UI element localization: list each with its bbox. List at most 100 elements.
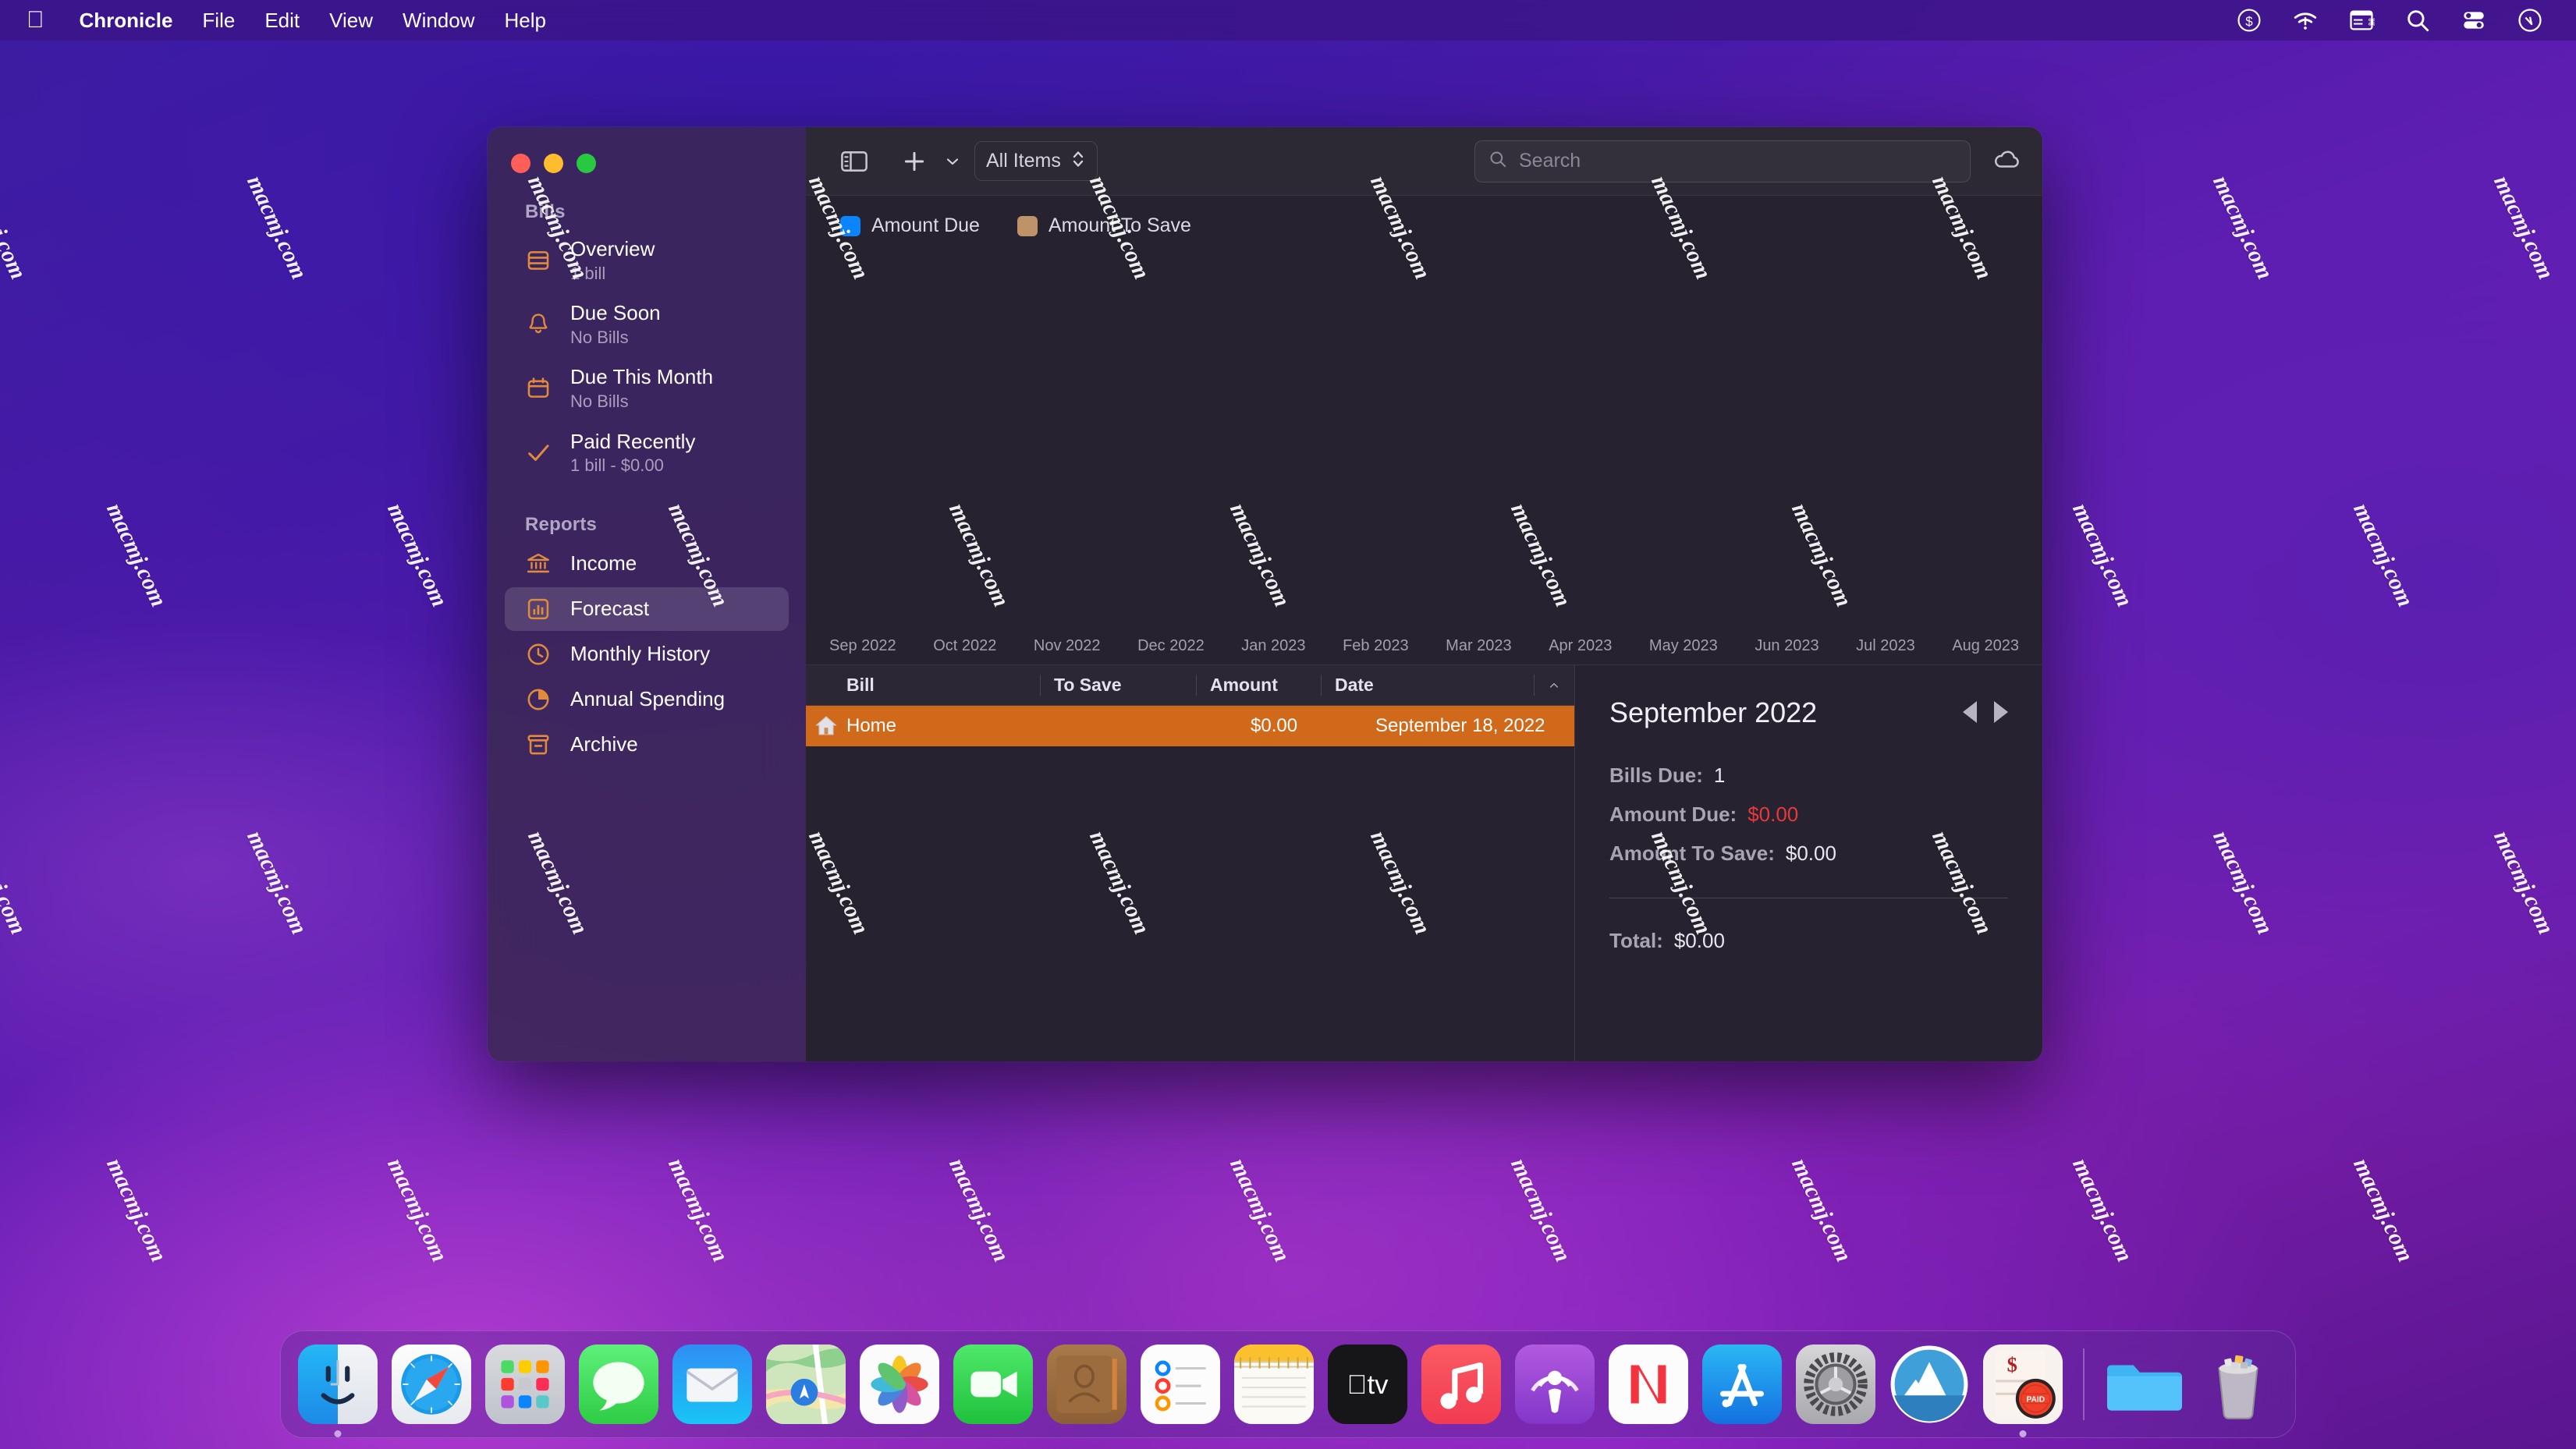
column-header-date[interactable]: Date (1321, 665, 1534, 705)
dock-item-tv[interactable]: tv (1325, 1341, 1410, 1427)
triangle-right-icon[interactable] (1994, 701, 2008, 723)
chevron-down-icon[interactable] (935, 147, 970, 175)
plus-icon[interactable] (893, 143, 935, 179)
x-axis-tick: Jan 2023 (1241, 637, 1306, 654)
menu-window[interactable]: Window (388, 5, 489, 36)
dock-item-facetime[interactable] (950, 1341, 1036, 1427)
detail-row-amount-to-save: Amount To Save: $0.00 (1609, 841, 2008, 866)
dock-item-system-settings[interactable] (1793, 1341, 1879, 1427)
dock-item-cleanmymac[interactable] (1886, 1341, 1972, 1427)
all-items-filter-button[interactable]: All Items (974, 141, 1098, 181)
dock-item-contacts[interactable] (1044, 1341, 1130, 1427)
menu-bar:  Chronicle File Edit View Window Help $… (0, 0, 2576, 41)
sidebar-item-sublabel: 1 bill - $0.00 (570, 455, 664, 476)
x-axis-tick: Apr 2023 (1549, 637, 1613, 654)
detail-value: 1 (1713, 763, 1726, 787)
chart-legend: Amount Due Amount To Save (806, 214, 2042, 237)
dock-item-maps[interactable] (763, 1341, 849, 1427)
dock-item-chronicle[interactable]: $ PAID (1980, 1341, 2066, 1437)
sidebar-item-label: Paid Recently (570, 429, 696, 453)
sidebar-item-archive[interactable]: Archive (505, 723, 789, 767)
dock-item-reminders[interactable] (1137, 1341, 1223, 1427)
dock-item-safari[interactable] (389, 1341, 474, 1427)
search-input[interactable]: Search (1474, 140, 1971, 182)
notes-icon (1234, 1344, 1314, 1424)
dock-item-music[interactable] (1418, 1341, 1504, 1427)
column-header-bill[interactable]: Bill (806, 665, 1040, 705)
all-items-filter-label: All Items (986, 150, 1061, 172)
dock-item-downloads[interactable] (2102, 1341, 2187, 1427)
dock-item-mail[interactable] (669, 1341, 755, 1427)
close-button[interactable] (511, 154, 530, 173)
x-axis-tick: Aug 2023 (1952, 637, 2019, 654)
search-icon[interactable] (2404, 7, 2431, 34)
dock-item-podcasts[interactable] (1512, 1341, 1598, 1427)
sidebar-item-paid-recently[interactable]: Paid Recently 1 bill - $0.00 (505, 422, 789, 484)
dock-separator (2083, 1348, 2085, 1420)
dock-item-notes[interactable] (1231, 1341, 1317, 1427)
sidebar-item-due-soon[interactable]: Due Soon No Bills (505, 293, 789, 356)
sidebar-item-monthly-history[interactable]: Monthly History (505, 632, 789, 676)
dock-item-trash[interactable] (2195, 1341, 2281, 1427)
sidebar-item-label: Monthly History (570, 641, 711, 665)
dock-item-messages[interactable] (576, 1341, 662, 1427)
up-down-chevrons-icon (1070, 147, 1086, 175)
sidebar-item-due-this-month[interactable]: Due This Month No Bills (505, 357, 789, 420)
menu-edit[interactable]: Edit (250, 5, 314, 36)
sidebar-item-sublabel: No Bills (570, 391, 629, 412)
mail-icon (672, 1344, 752, 1424)
window-toolbar: All Items Search (806, 127, 2042, 196)
column-header-amount[interactable]: Amount (1196, 665, 1321, 705)
menu-view[interactable]: View (314, 5, 388, 36)
dock-item-news[interactable] (1606, 1341, 1691, 1427)
cloud-icon[interactable] (1992, 147, 2022, 175)
sidebar-item-forecast[interactable]: Forecast (505, 586, 789, 631)
dock-item-finder[interactable] (295, 1341, 381, 1437)
zoom-button[interactable] (577, 154, 596, 173)
dollar-circle-icon[interactable]: $ (2236, 7, 2262, 34)
detail-total-value: $0.00 (1673, 929, 1725, 952)
wifi-warning-icon[interactable] (2292, 7, 2319, 34)
archive-box-icon (523, 730, 553, 760)
sidebar: Bills Overview 1 bill Due Soon No Bills … (488, 127, 806, 1061)
siri-icon[interactable] (2517, 7, 2543, 34)
legend-swatch (1017, 215, 1038, 236)
month-detail-pane: September 2022 Bills Due: 1 Amount Due: … (1574, 665, 2042, 1061)
sidebar-item-label: Due Soon (570, 301, 661, 325)
minimize-button[interactable] (544, 154, 563, 173)
sidebar-item-overview[interactable]: Overview 1 bill (505, 229, 789, 292)
house-icon (806, 714, 846, 739)
dock: tv (280, 1330, 2296, 1438)
cell-date: September 18, 2022 (1375, 715, 1545, 736)
sidebar-section-header-reports: Reports (525, 513, 598, 535)
sidebar-item-annual-spending[interactable]: Annual Spending (505, 678, 789, 721)
toolbar-right-group: Search (1474, 140, 2022, 182)
detail-value: $0.00 (1785, 841, 1836, 865)
apple-logo-icon[interactable]:  (27, 9, 44, 32)
cell-amount: $0.00 (1251, 715, 1298, 736)
control-center-icon[interactable] (2461, 7, 2487, 34)
calendar-icon (523, 374, 553, 403)
news-icon (1609, 1344, 1688, 1424)
sidebar-item-income[interactable]: Income (505, 542, 789, 586)
column-header-to-save[interactable]: To Save (1040, 665, 1196, 705)
detail-row-bills-due: Bills Due: 1 (1609, 763, 2008, 788)
dock-item-launchpad[interactable] (482, 1341, 568, 1427)
sidebar-toggle-icon[interactable] (832, 145, 876, 178)
table-row[interactable]: Home $0.00 September 18, 2022 (806, 706, 1574, 746)
chronicle-app-window: Bills Overview 1 bill Due Soon No Bills … (488, 127, 2042, 1061)
checkmark-icon (523, 438, 553, 468)
sidebar-section-reports: Income Forecast Monthly History Annual S… (488, 542, 806, 767)
triangle-left-icon[interactable] (1963, 701, 1977, 723)
legend-swatch (840, 215, 860, 236)
chevron-up-icon[interactable] (1534, 665, 1574, 705)
x-axis-tick: Jun 2023 (1755, 637, 1819, 654)
x-axis-tick: Feb 2023 (1343, 637, 1409, 654)
dock-item-app-store[interactable] (1699, 1341, 1785, 1427)
menu-help[interactable]: Help (490, 5, 561, 36)
detail-label: Bills Due: (1609, 763, 1703, 787)
keyboard-command-icon[interactable]: ⌘ (2348, 7, 2375, 34)
menu-file[interactable]: File (187, 5, 250, 36)
menu-chronicle[interactable]: Chronicle (65, 5, 188, 36)
dock-item-photos[interactable] (857, 1341, 942, 1427)
